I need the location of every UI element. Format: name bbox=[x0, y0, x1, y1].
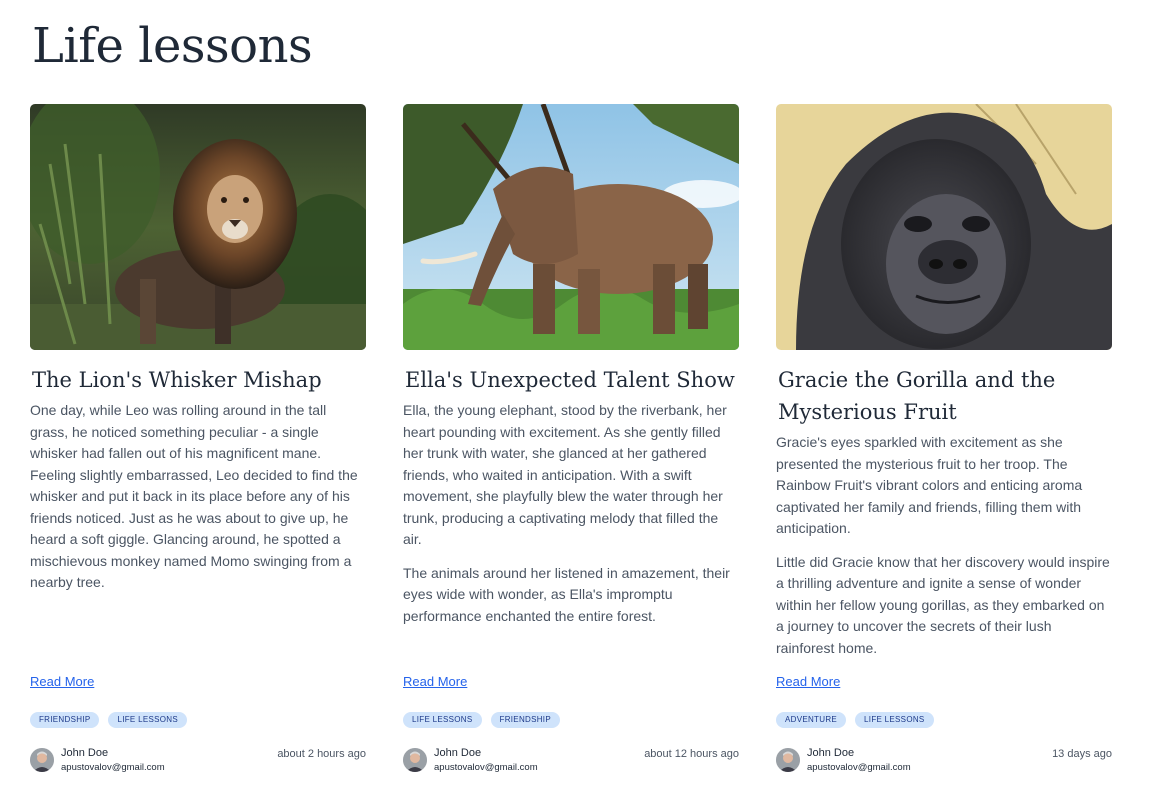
author-email: apustovalov@gmail.com bbox=[434, 762, 538, 773]
avatar[interactable] bbox=[776, 748, 800, 772]
card-title[interactable]: Gracie the Gorilla and the Mysterious Fr… bbox=[776, 364, 1112, 428]
story-card: Gracie the Gorilla and the Mysterious Fr… bbox=[776, 104, 1112, 794]
tag-badge[interactable]: FRIENDSHIP bbox=[30, 712, 100, 728]
author-name: John Doe bbox=[434, 747, 482, 759]
author-name: John Doe bbox=[61, 747, 109, 759]
page-title: Life lessons bbox=[32, 18, 313, 74]
author-email: apustovalov@gmail.com bbox=[61, 762, 165, 773]
page: Life lessons The Lion's Whisker Mishap O… bbox=[0, 0, 1152, 800]
avatar[interactable] bbox=[30, 748, 54, 772]
card-body: One day, while Leo was rolling around in… bbox=[30, 400, 366, 594]
tag-list: LIFE LESSONS FRIENDSHIP bbox=[403, 712, 560, 728]
timestamp: about 12 hours ago bbox=[644, 748, 739, 760]
story-card: Ella's Unexpected Talent Show Ella, the … bbox=[403, 104, 739, 794]
tag-badge[interactable]: LIFE LESSONS bbox=[855, 712, 934, 728]
tag-list: FRIENDSHIP LIFE LESSONS bbox=[30, 712, 187, 728]
tag-badge[interactable]: FRIENDSHIP bbox=[490, 712, 560, 728]
read-more-link[interactable]: Read More bbox=[403, 674, 467, 689]
elephant-image[interactable] bbox=[403, 104, 739, 350]
card-paragraph: Gracie's eyes sparkled with excitement a… bbox=[776, 434, 1083, 536]
lion-image[interactable] bbox=[30, 104, 366, 350]
read-more-link[interactable]: Read More bbox=[30, 674, 94, 689]
author-email: apustovalov@gmail.com bbox=[807, 762, 911, 773]
author-block: John Doe apustovalov@gmail.com 13 days a… bbox=[776, 746, 1112, 776]
timestamp: 13 days ago bbox=[1052, 748, 1112, 760]
gorilla-image[interactable] bbox=[776, 104, 1112, 350]
card-title[interactable]: Ella's Unexpected Talent Show bbox=[403, 364, 739, 396]
tag-badge[interactable]: ADVENTURE bbox=[776, 712, 847, 728]
tag-list: ADVENTURE LIFE LESSONS bbox=[776, 712, 934, 728]
card-paragraph: Little did Gracie know that her discover… bbox=[776, 553, 1110, 656]
author-block: John Doe apustovalov@gmail.com about 2 h… bbox=[30, 746, 366, 776]
avatar[interactable] bbox=[403, 748, 427, 772]
card-body: Ella, the young elephant, stood by the r… bbox=[403, 400, 739, 627]
card-title[interactable]: The Lion's Whisker Mishap bbox=[30, 364, 366, 396]
card-paragraph: The animals around her listened in amaze… bbox=[403, 564, 730, 624]
timestamp: about 2 hours ago bbox=[277, 748, 366, 760]
card-paragraph: Ella, the young elephant, stood by the r… bbox=[403, 402, 727, 547]
read-more-link[interactable]: Read More bbox=[776, 674, 840, 689]
tag-badge[interactable]: LIFE LESSONS bbox=[403, 712, 482, 728]
author-name: John Doe bbox=[807, 747, 855, 759]
author-block: John Doe apustovalov@gmail.com about 12 … bbox=[403, 746, 739, 776]
card-paragraph: One day, while Leo was rolling around in… bbox=[30, 402, 358, 590]
tag-badge[interactable]: LIFE LESSONS bbox=[108, 712, 187, 728]
card-body: Gracie's eyes sparkled with excitement a… bbox=[776, 432, 1112, 659]
story-card: The Lion's Whisker Mishap One day, while… bbox=[30, 104, 366, 794]
